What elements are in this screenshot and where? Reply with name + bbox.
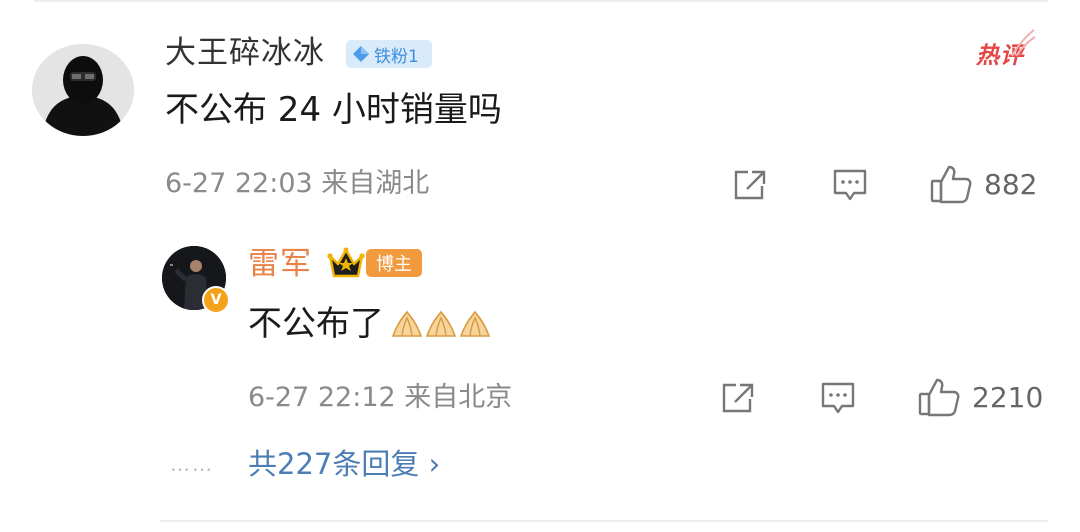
top-divider xyxy=(34,0,1048,2)
more-replies-dots: …… xyxy=(170,452,214,476)
diamond-icon xyxy=(353,46,369,62)
emoji-group xyxy=(390,310,492,338)
blogger-badge: 博主 xyxy=(366,249,422,277)
like-button[interactable]: 882 xyxy=(930,164,1037,204)
blogger-badge-label: 博主 xyxy=(376,254,412,275)
verified-mark: V xyxy=(210,292,222,308)
more-replies-link[interactable]: 共227条回复 › xyxy=(248,444,440,484)
pinched-hands-emoji-icon xyxy=(425,310,457,337)
pinched-hands-emoji-icon xyxy=(391,310,423,337)
comment-meta: 6-27 22:03 来自湖北 xyxy=(165,168,430,199)
hooded-figure-avatar-icon xyxy=(32,44,134,136)
thumbs-up-icon xyxy=(918,378,960,417)
verified-badge: V xyxy=(202,286,230,314)
comment-text: 不公布 24 小时销量吗 xyxy=(165,90,502,130)
wing-icon xyxy=(1011,29,1036,57)
reply-share-button[interactable] xyxy=(720,381,756,415)
comment-icon xyxy=(821,382,855,414)
bottom-divider xyxy=(160,520,1048,522)
reply-text-row: 不公布了 xyxy=(248,302,492,346)
share-button[interactable] xyxy=(732,168,768,202)
reply-comment-button[interactable] xyxy=(820,381,856,415)
reply-like-count: 2210 xyxy=(972,380,1044,414)
comment-username[interactable]: 大王碎冰冰 xyxy=(165,33,325,73)
thumbs-up-icon xyxy=(930,165,972,204)
avatar[interactable] xyxy=(32,44,134,136)
share-icon xyxy=(722,383,754,413)
hot-comment-badge: 热评 xyxy=(976,29,1036,70)
fan-badge-label: 铁粉1 xyxy=(374,46,419,67)
pinched-hands-emoji-icon xyxy=(459,310,491,337)
reply-like-button[interactable]: 2210 xyxy=(918,377,1043,417)
share-icon xyxy=(734,170,766,200)
reply-username[interactable]: 雷军 xyxy=(248,244,312,284)
comment-icon xyxy=(833,169,867,201)
reply-meta: 6-27 22:12 来自北京 xyxy=(248,382,513,413)
fan-badge[interactable]: 铁粉1 xyxy=(346,40,432,68)
like-count: 882 xyxy=(984,167,1038,201)
comment-button[interactable] xyxy=(832,168,868,202)
crown-icon xyxy=(326,244,366,284)
reply-text: 不公布了 xyxy=(248,304,384,344)
